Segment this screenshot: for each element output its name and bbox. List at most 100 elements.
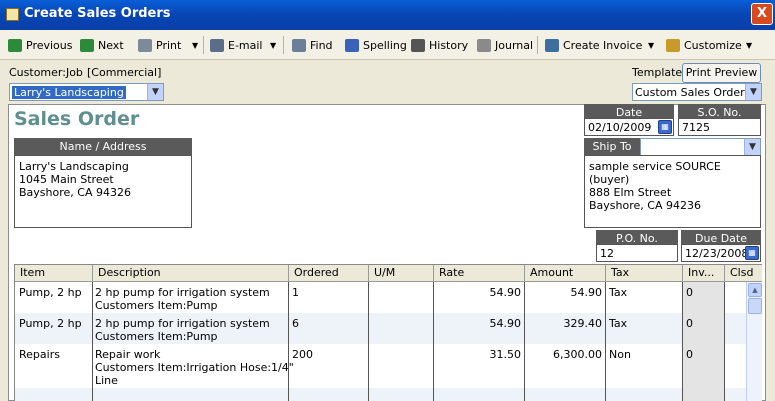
cell-amount[interactable]: 6,300.00 (525, 348, 602, 361)
cell-ordered[interactable]: 200 (292, 348, 313, 361)
next-icon (80, 39, 94, 52)
cell-ordered[interactable]: 1 (292, 286, 299, 299)
journal-icon (477, 39, 491, 52)
name-address-line: 1045 Main Street (19, 173, 114, 186)
column-header-item[interactable]: Item (15, 265, 93, 282)
customize-dropdown[interactable]: ▼ (746, 37, 752, 54)
column-header-um[interactable]: U/M (369, 265, 434, 282)
create-invoice-button[interactable]: Create Invoice (545, 37, 642, 54)
cell-amount[interactable]: 54.90 (525, 286, 603, 299)
calendar-icon[interactable]: ▦ (745, 246, 759, 260)
cell-tax[interactable]: Tax (609, 317, 627, 330)
column-divider (289, 282, 369, 401)
toolbar-separator (203, 36, 204, 54)
column-divider (683, 282, 725, 401)
print-label: Print (156, 39, 182, 52)
cell-tax[interactable]: Non (609, 348, 631, 361)
cell-description[interactable]: Repair work (95, 348, 160, 361)
due-date-field[interactable]: 12/23/2008 ▦ (681, 244, 761, 262)
calendar-icon[interactable]: ▦ (658, 120, 672, 134)
cell-description[interactable]: Line (95, 374, 118, 387)
chevron-down-icon[interactable]: ▼ (744, 139, 760, 155)
customer-job-value: Larry's Landscaping (12, 86, 126, 99)
cell-description[interactable]: 2 hp pump for irrigation system (95, 317, 270, 330)
print-preview-button[interactable]: Print Preview (682, 63, 761, 83)
column-header-invoiced[interactable]: Inv... (683, 265, 725, 282)
email-dropdown[interactable]: ▼ (270, 37, 276, 54)
column-header-tax[interactable]: Tax (606, 265, 683, 282)
journal-label: Journal (495, 39, 534, 52)
name-address-box[interactable]: Larry's Landscaping 1045 Main Street Bay… (14, 155, 192, 228)
invoice-icon (545, 39, 559, 52)
print-dropdown[interactable]: ▼ (192, 37, 198, 54)
ship-to-box[interactable]: sample service SOURCE (buyer) 888 Elm St… (584, 155, 761, 228)
previous-button[interactable]: Previous (8, 37, 73, 54)
cell-rate[interactable]: 54.90 (434, 286, 522, 299)
chevron-down-icon[interactable]: ▼ (745, 84, 761, 100)
find-button[interactable]: Find (292, 37, 333, 54)
so-number-field[interactable]: 7125 (678, 118, 761, 136)
column-header-ordered[interactable]: Ordered (289, 265, 369, 282)
spelling-label: Spelling (363, 39, 407, 52)
ship-to-line: 888 Elm Street (589, 186, 672, 199)
line-items-table: Item Description Ordered U/M Rate Amount… (14, 264, 762, 401)
cell-invoiced: 0 (686, 348, 693, 361)
printer-icon (138, 39, 152, 52)
cell-item[interactable]: Pump, 2 hp (19, 317, 82, 330)
previous-label: Previous (26, 39, 73, 52)
cell-rate[interactable]: 54.90 (434, 317, 522, 330)
column-header-closed[interactable]: Clsd (725, 265, 762, 282)
column-header-rate[interactable]: Rate (434, 265, 525, 282)
date-field[interactable]: 02/10/2009 ▦ (584, 118, 674, 136)
cell-description[interactable]: Customers Item:Pump (95, 299, 218, 312)
chevron-down-icon[interactable]: ▼ (147, 84, 163, 100)
history-button[interactable]: History (411, 37, 468, 54)
cell-tax[interactable]: Tax (609, 286, 627, 299)
close-button[interactable]: X (751, 3, 773, 25)
cell-ordered[interactable]: 6 (292, 317, 299, 330)
print-button[interactable]: Print (138, 37, 181, 54)
cell-description[interactable]: Customers Item:Irrigation Hose:1/4" (95, 361, 294, 374)
cell-invoiced: 0 (686, 317, 693, 330)
name-address-header: Name / Address (14, 138, 192, 156)
name-address-line: Bayshore, CA 94326 (19, 186, 131, 199)
ship-to-select[interactable]: ▼ (640, 138, 761, 156)
cell-description[interactable]: Customers Item:Pump (95, 330, 218, 343)
email-button[interactable]: E-mail (210, 37, 263, 54)
chevron-down-icon: ▼ (746, 41, 753, 50)
po-number-field[interactable]: 12 (596, 244, 678, 262)
vertical-scrollbar[interactable]: ▲ (746, 282, 762, 401)
customer-job-label: Customer:Job (9, 66, 83, 79)
customer-job-select[interactable]: Larry's Landscaping ▼ (9, 83, 164, 101)
column-divider (525, 282, 606, 401)
customize-icon (666, 39, 680, 52)
spelling-icon (345, 39, 359, 52)
create-invoice-label: Create Invoice (563, 39, 643, 52)
journal-button[interactable]: Journal (477, 37, 533, 54)
column-divider (369, 282, 434, 401)
cell-rate[interactable]: 31.50 (434, 348, 522, 361)
scroll-up-icon[interactable]: ▲ (748, 283, 762, 297)
window-icon (6, 8, 19, 21)
form-title: Sales Order (14, 108, 140, 130)
cell-item[interactable]: Pump, 2 hp (19, 286, 82, 299)
spelling-button[interactable]: Spelling (345, 37, 407, 54)
po-number-value: 12 (600, 247, 614, 260)
chevron-down-icon: ▼ (648, 41, 655, 50)
cell-item[interactable]: Repairs (19, 348, 60, 361)
next-button[interactable]: Next (80, 37, 124, 54)
email-icon (210, 39, 224, 52)
scroll-thumb[interactable] (748, 298, 762, 314)
template-select[interactable]: Custom Sales Order ▼ (632, 83, 762, 101)
create-invoice-dropdown[interactable]: ▼ (648, 37, 654, 54)
customize-button[interactable]: Customize (666, 37, 742, 54)
cell-description[interactable]: 2 hp pump for irrigation system (95, 286, 270, 299)
column-divider (725, 282, 747, 401)
email-label: E-mail (228, 39, 263, 52)
column-header-description[interactable]: Description (93, 265, 289, 282)
cell-amount[interactable]: 329.40 (525, 317, 603, 330)
name-address-line: Larry's Landscaping (19, 160, 129, 173)
column-header-amount[interactable]: Amount (525, 265, 606, 282)
so-number-value: 7125 (682, 121, 710, 134)
next-label: Next (98, 39, 124, 52)
